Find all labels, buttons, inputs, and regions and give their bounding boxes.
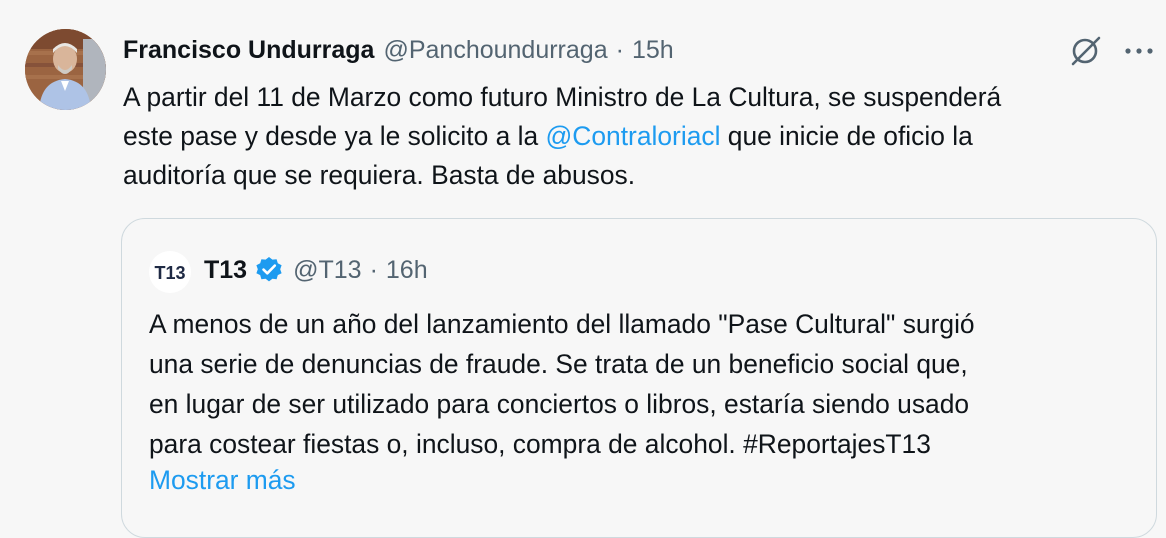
- author-avatar[interactable]: [25, 29, 106, 110]
- quoted-author-name[interactable]: T13: [204, 256, 247, 285]
- grok-icon[interactable]: [1068, 33, 1104, 69]
- quoted-text-line: una serie de denuncias de fraude. Se tra…: [149, 349, 968, 379]
- quoted-text-line: A menos de un año del lanzamiento del ll…: [149, 309, 975, 339]
- quoted-tweet-timestamp[interactable]: 16h: [386, 256, 428, 285]
- quoted-tweet-text: A menos de un año del lanzamiento del ll…: [149, 304, 1149, 464]
- quoted-tweet[interactable]: T13 T13 @T13 · 16h A menos de un año del…: [121, 218, 1157, 538]
- verified-badge-icon: [256, 257, 282, 282]
- show-more-link[interactable]: Mostrar más: [149, 462, 296, 498]
- tweet-timestamp[interactable]: 15h: [632, 33, 674, 67]
- t13-logo-icon: T13: [149, 251, 191, 293]
- author-name[interactable]: Francisco Undurraga: [123, 33, 374, 67]
- tweet-text-line: este pase y desde ya le solicito a la @C…: [123, 121, 973, 151]
- tweet-header: Francisco Undurraga @Panchoundurraga · 1…: [123, 33, 674, 67]
- quoted-header-separator: ·: [369, 255, 378, 284]
- tweet-text-line: auditoría que se requiera. Basta de abus…: [123, 160, 636, 190]
- quoted-text-line: en lugar de ser utilizado para concierto…: [149, 389, 970, 419]
- quoted-author-handle[interactable]: @T13: [293, 256, 361, 285]
- quoted-tweet-header: T13 @T13 · 16h: [204, 252, 428, 288]
- svg-text:T13: T13: [154, 263, 185, 283]
- author-avatar-image: [25, 29, 106, 110]
- tweet-text-line: A partir del 11 de Marzo como futuro Min…: [123, 82, 1002, 112]
- quoted-author-avatar[interactable]: T13: [149, 251, 191, 293]
- tweet-text: A partir del 11 de Marzo como futuro Min…: [123, 78, 1153, 195]
- quoted-text-line: para costear fiestas o, incluso, compra …: [149, 429, 931, 459]
- more-horizontal-icon[interactable]: [1122, 36, 1156, 66]
- mention-link[interactable]: @Contraloriacl: [546, 121, 721, 151]
- author-handle[interactable]: @Panchoundurraga: [383, 33, 607, 67]
- header-separator: ·: [615, 36, 624, 64]
- tweet[interactable]: Francisco Undurraga @Panchoundurraga · 1…: [0, 0, 1166, 538]
